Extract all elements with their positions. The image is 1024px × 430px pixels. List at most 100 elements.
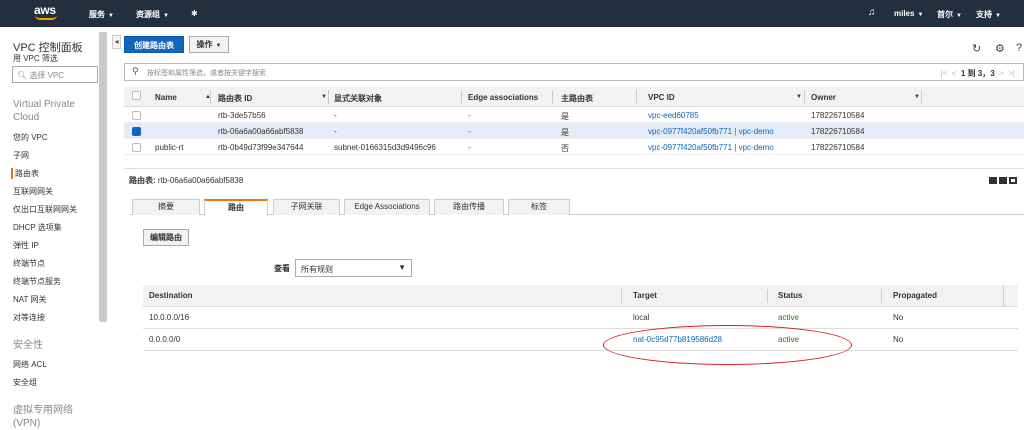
create-route-table-button[interactable]: 创建路由表 — [124, 36, 184, 53]
col-vpc-id[interactable]: VPC ID — [648, 93, 675, 102]
route-destination: 10.0.0.0/16 — [149, 313, 190, 322]
refresh-icon[interactable]: ↻ — [972, 42, 981, 55]
actions-label: 操作 — [196, 40, 213, 49]
sidebar-item-security-groups[interactable]: 安全组 — [13, 377, 37, 388]
row-route-table-id: rtb-06a6a00a66abf5838 — [218, 127, 304, 136]
actions-button[interactable]: 操作 ▼ — [189, 36, 229, 53]
view-filter-select[interactable]: 所有规则 ▼ — [295, 259, 412, 277]
layout-side-icon[interactable] — [999, 177, 1007, 184]
pin-icon[interactable]: ✱ — [191, 9, 198, 18]
col-destination[interactable]: Destination — [149, 291, 193, 300]
col-edge-associations[interactable]: Edge associations — [468, 93, 538, 102]
col-target[interactable]: Target — [633, 291, 657, 300]
search-filter-bar[interactable]: ⚲ 按标签和属性筛选，或者按关键字搜索 |< < 1 到 3，3 > >| — [124, 63, 1024, 81]
tab-routes[interactable]: 路由 — [204, 199, 268, 216]
help-icon[interactable]: ? — [1016, 42, 1022, 54]
col-status[interactable]: Status — [778, 291, 802, 300]
col-name[interactable]: Name — [155, 93, 177, 102]
sidebar-item-egress-gateways[interactable]: 仅出口互联网网关 — [13, 204, 77, 215]
col-explicit-association[interactable]: 显式关联对象 — [334, 93, 382, 104]
sidebar-item-peering[interactable]: 对等连接 — [13, 312, 45, 323]
row-checkbox[interactable] — [132, 111, 141, 120]
table-row[interactable]: rtb-3de57b56 - - 是 vpc-eed60785 17822671… — [124, 107, 1024, 123]
routes-scroll-column — [1003, 285, 1018, 307]
resource-groups-label: 资源组 — [136, 10, 160, 19]
tab-tags[interactable]: 标签 — [508, 199, 570, 215]
view-label: 查看 — [274, 264, 290, 273]
next-page-icon[interactable]: > — [999, 69, 1004, 78]
edit-routes-button[interactable]: 编辑路由 — [143, 229, 189, 246]
services-menu[interactable]: 服务 ▼ — [89, 9, 114, 20]
detail-tabs: 摘要 路由 子网关联 Edge Associations 路由传播 标签 — [129, 197, 1024, 216]
filter-icon[interactable]: ▼ — [796, 94, 802, 100]
sidebar-collapse-button[interactable]: ◂ — [112, 35, 121, 49]
tab-summary[interactable]: 摘要 — [132, 199, 200, 215]
row-association: - — [334, 127, 337, 136]
user-menu[interactable]: miles ▼ — [894, 9, 923, 18]
bell-icon[interactable]: ♫ — [868, 7, 876, 18]
row-checkbox[interactable] — [132, 127, 141, 136]
sidebar-item-nat-gateways[interactable]: NAT 网关 — [13, 294, 46, 305]
sidebar-item-internet-gateways[interactable]: 互联网网关 — [13, 186, 53, 197]
chevron-down-icon: ▼ — [163, 13, 169, 19]
select-all-checkbox[interactable] — [132, 91, 141, 100]
row-checkbox[interactable] — [132, 143, 141, 152]
filter-icon[interactable]: ▼ — [321, 94, 327, 100]
table-row: 0.0.0.0/0 nat-0c95d77b819586d28 active N… — [143, 329, 1018, 351]
route-propagated: No — [893, 335, 904, 344]
chevron-down-icon: ▼ — [956, 13, 962, 19]
col-propagated[interactable]: Propagated — [893, 291, 937, 300]
annotation-ellipse — [603, 325, 852, 365]
row-edge: - — [468, 111, 471, 120]
filter-icon[interactable]: ▼ — [914, 94, 920, 100]
col-route-table-id[interactable]: 路由表 ID — [218, 93, 252, 104]
last-page-icon[interactable]: >| — [1008, 69, 1015, 78]
col-owner[interactable]: Owner — [811, 93, 836, 102]
row-vpc-link[interactable]: vpc-eed60785 — [648, 111, 699, 120]
table-row[interactable]: public-rt rtb-0b49d73f99e347644 subnet-0… — [124, 139, 1024, 155]
sidebar-section-vpn: 虚拟专用网络 (VPN) — [13, 405, 73, 429]
first-page-icon[interactable]: |< — [941, 69, 948, 78]
sidebar-item-subnets[interactable]: 子网 — [13, 150, 29, 161]
pagination: |< < 1 到 3，3 > >| — [941, 68, 1015, 79]
sidebar-item-endpoints[interactable]: 终端节点 — [13, 258, 45, 269]
vpc-filter-select[interactable]: 🔍︎ 选择 VPC — [12, 66, 98, 83]
sidebar-item-dhcp-options[interactable]: DHCP 选项集 — [13, 222, 62, 233]
region-menu[interactable]: 首尔 ▼ — [937, 9, 962, 20]
support-menu[interactable]: 支持 ▼ — [976, 9, 1001, 20]
sidebar-item-your-vpcs[interactable]: 您的 VPC — [13, 132, 48, 143]
search-input[interactable]: 按标签和属性筛选，或者按关键字搜索 — [147, 68, 266, 78]
route-target: local — [633, 313, 650, 322]
tab-edge-associations[interactable]: Edge Associations — [344, 199, 430, 215]
sidebar-item-route-tables[interactable]: 路由表 — [11, 168, 39, 179]
chevron-down-icon: ▼ — [917, 12, 924, 18]
sidebar-item-elastic-ip[interactable]: 弹性 IP — [13, 240, 39, 251]
gear-icon[interactable]: ⚙ — [995, 42, 1005, 55]
detail-route-table-id: rtb-06a6a00a66abf5838 — [157, 176, 244, 185]
row-route-table-id: rtb-0b49d73f99e347644 — [218, 143, 304, 152]
tab-route-propagation[interactable]: 路由传播 — [434, 199, 504, 215]
aws-logo[interactable]: aws — [34, 3, 60, 23]
row-name: public-rt — [155, 143, 184, 152]
col-main[interactable]: 主路由表 — [561, 93, 593, 104]
vpc-filter-placeholder: 选择 VPC — [29, 71, 65, 80]
sidebar-section-vpc: Virtual Private Cloud — [13, 99, 76, 123]
sidebar-filter-label: 用 VPC 筛选 — [13, 54, 58, 63]
row-main: 否 — [561, 144, 569, 153]
row-vpc-link[interactable]: vpc-0977f420af50fb771 | vpc-demo — [648, 127, 774, 136]
detail-label: 路由表: — [129, 176, 156, 185]
sidebar-scrollbar[interactable] — [99, 32, 107, 322]
tab-subnet-associations[interactable]: 子网关联 — [273, 199, 340, 215]
services-label: 服务 — [89, 10, 105, 19]
sidebar-item-network-acl[interactable]: 网络 ACL — [13, 359, 47, 370]
sidebar-item-endpoint-services[interactable]: 终端节点服务 — [13, 276, 61, 287]
row-vpc-link[interactable]: vpc-0977f420af50fb771 | vpc-demo — [648, 143, 774, 152]
prev-page-icon[interactable]: < — [952, 69, 957, 78]
table-row-selected[interactable]: rtb-06a6a00a66abf5838 - - 是 vpc-0977f420… — [124, 123, 1024, 139]
layout-bottom-icon[interactable] — [989, 177, 997, 184]
table-row: 10.0.0.0/16 local active No — [143, 307, 1018, 329]
layout-full-icon[interactable] — [1009, 177, 1017, 184]
route-tables-grid: Name ▲ 路由表 ID ▼ 显式关联对象 Edge associations… — [124, 87, 1024, 155]
split-pane-divider[interactable] — [124, 168, 1024, 169]
resource-groups-menu[interactable]: 资源组 ▼ — [136, 9, 169, 20]
